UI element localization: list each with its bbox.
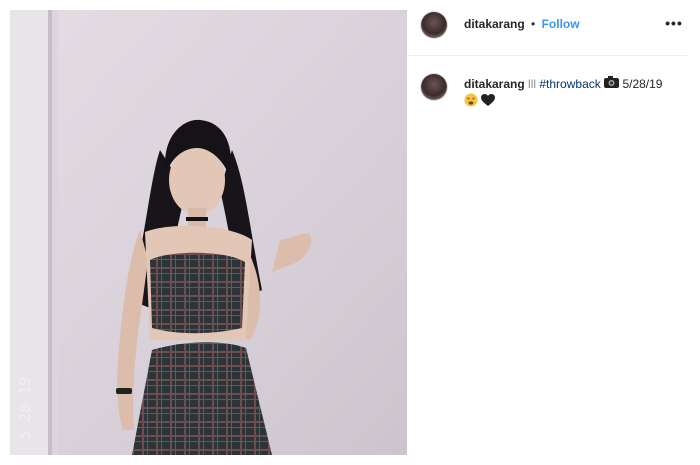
caption-avatar[interactable] xyxy=(421,74,447,100)
photo-image: 5 28 19 xyxy=(10,10,407,455)
post-sidebar: ditakarang • Follow ••• ditakarang lll #… xyxy=(407,0,700,465)
hashtag-link[interactable]: #throwback xyxy=(539,77,600,91)
avatar[interactable] xyxy=(421,12,447,38)
caption-username[interactable]: ditakarang xyxy=(464,77,525,91)
black-heart-emoji xyxy=(481,93,496,112)
caption-text: ditakarang lll #throwback 5/28/19 xyxy=(464,76,684,112)
separator-dot: • xyxy=(531,17,536,31)
post-header: ditakarang • Follow ••• xyxy=(407,0,687,56)
photo-date-stamp: 5 28 19 xyxy=(16,377,34,440)
header-username[interactable]: ditakarang xyxy=(464,17,525,31)
caption-prefix: lll xyxy=(528,77,537,91)
camera-emoji xyxy=(604,76,620,93)
follow-button[interactable]: Follow xyxy=(542,17,580,31)
caption-date: 5/28/19 xyxy=(622,77,663,91)
post-photo[interactable]: 5 28 19 xyxy=(10,10,407,455)
weary-face-emoji xyxy=(464,93,478,112)
more-options-icon[interactable]: ••• xyxy=(664,13,684,33)
